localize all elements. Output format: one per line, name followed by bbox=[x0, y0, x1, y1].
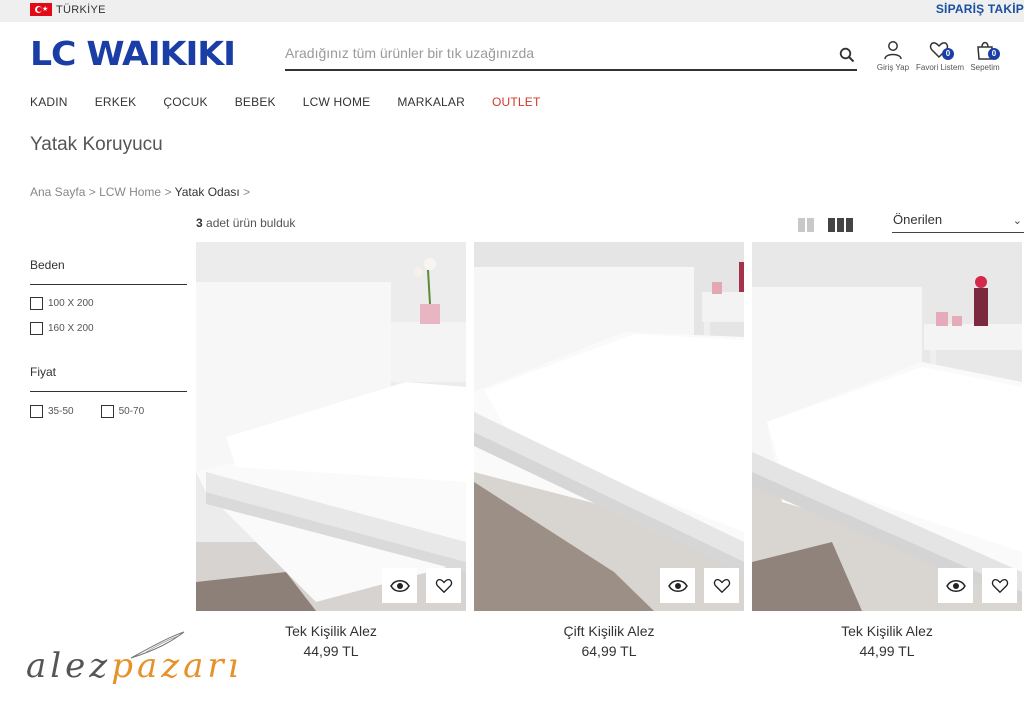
product-price: 44,99 TL bbox=[859, 643, 915, 659]
breadcrumb-separator: > bbox=[164, 185, 172, 199]
eye-icon bbox=[667, 579, 688, 592]
heart-icon bbox=[713, 578, 730, 593]
cart-button[interactable]: 0 Sepetim bbox=[962, 40, 1008, 72]
filter-option-50-70[interactable]: 50-70 bbox=[100, 405, 145, 418]
bed-photo bbox=[196, 242, 466, 611]
checkbox[interactable] bbox=[30, 297, 43, 310]
filter-option-label: 50-70 bbox=[118, 406, 145, 417]
login-button[interactable]: Giriş Yap bbox=[870, 40, 916, 72]
nav-item-bebek[interactable]: BEBEK bbox=[235, 95, 276, 109]
chevron-down-icon: ⌄ bbox=[1012, 215, 1022, 227]
country-selector[interactable]: ★ TÜRKİYE bbox=[30, 3, 106, 16]
quick-view-button[interactable] bbox=[938, 568, 973, 603]
top-bar: ★ TÜRKİYE SİPARİŞ TAKİP bbox=[0, 0, 1024, 22]
heart-icon bbox=[435, 578, 452, 593]
breadcrumb-separator: > bbox=[243, 185, 251, 199]
add-to-favorites-button[interactable] bbox=[982, 568, 1017, 603]
bed-photo bbox=[474, 242, 744, 611]
view-toggle bbox=[798, 218, 853, 232]
breadcrumb-lcw-home[interactable]: LCW Home bbox=[99, 185, 161, 199]
sort-dropdown[interactable]: Önerilen ⌄ bbox=[892, 212, 1024, 233]
checkbox[interactable] bbox=[30, 322, 43, 335]
favorites-button[interactable]: 0 Favori Listem bbox=[916, 40, 965, 72]
page-title: Yatak Koruyucu bbox=[30, 134, 163, 155]
search-icon[interactable] bbox=[839, 47, 855, 63]
eye-icon bbox=[389, 579, 410, 592]
heart-icon bbox=[991, 578, 1008, 593]
search-input[interactable] bbox=[285, 38, 825, 68]
product-name[interactable]: Tek Kişilik Alez bbox=[196, 623, 466, 639]
add-to-favorites-button[interactable] bbox=[704, 568, 739, 603]
filter-option-35-50[interactable]: 35-50 bbox=[30, 405, 74, 418]
product-grid: Tek Kişilik Alez 44,99 TL Çift Kişilik A… bbox=[196, 242, 1024, 720]
watermark-text-a: alez bbox=[26, 646, 112, 686]
turkey-flag-icon: ★ bbox=[30, 3, 52, 16]
product-image[interactable] bbox=[196, 242, 466, 611]
breadcrumb-home[interactable]: Ana Sayfa bbox=[30, 185, 85, 199]
favorites-badge: 0 bbox=[942, 48, 954, 60]
nav-item-markalar[interactable]: MARKALAR bbox=[397, 95, 465, 109]
filter-option-label: 160 X 200 bbox=[48, 323, 94, 334]
checkbox[interactable] bbox=[30, 405, 43, 418]
filter-group-size: Beden 100 X 200 160 X 200 bbox=[30, 258, 187, 335]
bed-photo bbox=[752, 242, 1022, 611]
quick-view-button[interactable] bbox=[382, 568, 417, 603]
grid-3-view-button[interactable] bbox=[828, 218, 853, 232]
filter-option-label: 35-50 bbox=[48, 406, 74, 417]
order-tracking-link[interactable]: SİPARİŞ TAKİP bbox=[936, 2, 1024, 16]
product-image[interactable] bbox=[474, 242, 744, 611]
product-card[interactable]: Tek Kişilik Alez 44,99 TL bbox=[196, 242, 466, 659]
country-label: TÜRKİYE bbox=[56, 3, 106, 16]
product-card[interactable]: Çift Kişilik Alez 64,99 TL bbox=[474, 242, 744, 659]
checkbox[interactable] bbox=[100, 405, 114, 418]
user-icon bbox=[884, 41, 902, 60]
product-image[interactable] bbox=[752, 242, 1022, 611]
search-bar bbox=[285, 38, 857, 71]
product-name[interactable]: Çift Kişilik Alez bbox=[474, 623, 744, 639]
product-name[interactable]: Tek Kişilik Alez bbox=[752, 623, 1022, 639]
breadcrumb-separator: > bbox=[88, 185, 96, 199]
cart-badge: 0 bbox=[988, 48, 1000, 60]
cart-label: Sepetim bbox=[970, 63, 1000, 72]
result-count-text: adet ürün bulduk bbox=[206, 216, 296, 230]
filter-option-100x200[interactable]: 100 X 200 bbox=[30, 297, 187, 310]
filter-option-label: 100 X 200 bbox=[48, 298, 94, 309]
login-label: Giriş Yap bbox=[876, 63, 910, 72]
grid-2-view-button[interactable] bbox=[798, 218, 814, 232]
sort-selected: Önerilen bbox=[893, 212, 943, 227]
nav-item-lcw-home[interactable]: LCW HOME bbox=[303, 95, 371, 109]
nav-item-cocuk[interactable]: ÇOCUK bbox=[163, 95, 207, 109]
nav-item-erkek[interactable]: ERKEK bbox=[95, 95, 137, 109]
filter-title-price: Fiyat bbox=[30, 365, 187, 392]
brand-logo[interactable]: LC WAIKIKI bbox=[30, 36, 250, 72]
filter-sidebar: Beden 100 X 200 160 X 200 Fiyat 35-50 50… bbox=[30, 258, 187, 418]
filter-option-160x200[interactable]: 160 X 200 bbox=[30, 322, 187, 335]
add-to-favorites-button[interactable] bbox=[426, 568, 461, 603]
result-count-number: 3 bbox=[196, 216, 203, 230]
product-price: 64,99 TL bbox=[581, 643, 637, 659]
breadcrumb: Ana Sayfa > LCW Home > Yatak Odası > bbox=[30, 185, 250, 199]
filter-title-size: Beden bbox=[30, 258, 187, 285]
nav-item-outlet[interactable]: OUTLET bbox=[492, 95, 541, 109]
result-count: 3 adet ürün bulduk bbox=[196, 216, 295, 230]
favorites-label: Favori Listem bbox=[916, 63, 965, 72]
watermark-logo: alezpazarı bbox=[26, 630, 239, 700]
product-card[interactable]: Tek Kişilik Alez 44,99 TL bbox=[752, 242, 1022, 659]
quick-view-button[interactable] bbox=[660, 568, 695, 603]
breadcrumb-yatak-odasi[interactable]: Yatak Odası bbox=[175, 185, 240, 199]
eye-icon bbox=[945, 579, 966, 592]
filter-group-price: Fiyat 35-50 50-70 bbox=[30, 365, 187, 418]
watermark-text-b: pazarı bbox=[111, 646, 243, 686]
header-actions: Giriş Yap 0 Favori Listem 0 Sepetim bbox=[870, 40, 1008, 72]
main-nav: KADIN ERKEK ÇOCUK BEBEK LCW HOME MARKALA… bbox=[30, 95, 568, 109]
nav-item-kadin[interactable]: KADIN bbox=[30, 95, 68, 109]
